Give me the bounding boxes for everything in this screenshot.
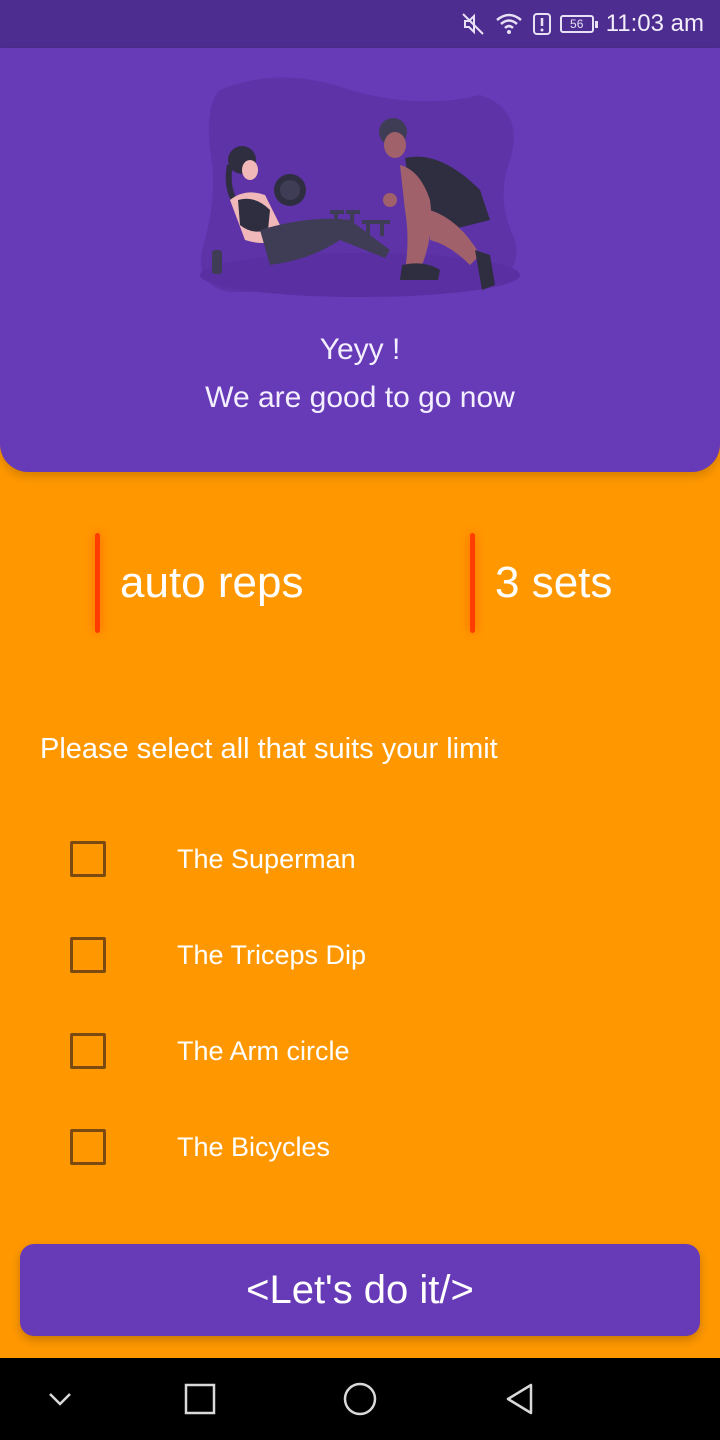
mute-icon xyxy=(460,11,486,37)
status-bar: 56 11:03 am xyxy=(0,0,720,48)
option-label: The Bicycles xyxy=(177,1131,331,1162)
reps-accent-bar xyxy=(95,533,100,633)
reps-stat: auto reps xyxy=(95,533,303,633)
checkbox-triceps-dip[interactable] xyxy=(70,937,106,973)
option-superman[interactable]: The Superman xyxy=(70,839,670,879)
checkbox-superman[interactable] xyxy=(70,841,106,877)
option-label: The Arm circle xyxy=(177,1035,350,1066)
home-icon[interactable] xyxy=(335,1374,385,1424)
option-label: The Superman xyxy=(177,843,356,874)
lets-do-it-button[interactable]: <Let's do it/> xyxy=(20,1244,700,1336)
sets-accent-bar xyxy=(470,533,475,633)
alert-icon xyxy=(532,11,552,37)
status-time: 11:03 am xyxy=(605,10,704,37)
battery-level: 56 xyxy=(570,17,584,31)
checkbox-bicycles[interactable] xyxy=(70,1129,106,1165)
option-bicycles[interactable]: The Bicycles xyxy=(70,1127,670,1167)
wifi-icon xyxy=(494,11,524,37)
battery-icon: 56 xyxy=(559,15,598,33)
nav-bar xyxy=(0,1358,720,1440)
option-label: The Triceps Dip xyxy=(177,939,367,970)
checkbox-arm-circle[interactable] xyxy=(70,1033,106,1069)
sets-stat: 3 sets xyxy=(470,533,612,633)
back-icon[interactable] xyxy=(495,1374,545,1424)
option-triceps-dip[interactable]: The Triceps Dip xyxy=(70,935,670,975)
header-subtitle: We are good to go now xyxy=(205,381,515,414)
workout-illustration xyxy=(200,77,520,297)
recents-icon[interactable] xyxy=(175,1374,225,1424)
header-card: Yeyy ! We are good to go now xyxy=(0,48,720,472)
sets-label: 3 sets xyxy=(495,558,613,607)
header-title: Yeyy ! xyxy=(319,333,401,366)
reps-label: auto reps xyxy=(120,558,304,607)
selection-prompt: Please select all that suits your limit xyxy=(40,733,498,765)
option-arm-circle[interactable]: The Arm circle xyxy=(70,1031,670,1071)
collapse-icon[interactable] xyxy=(35,1374,85,1424)
